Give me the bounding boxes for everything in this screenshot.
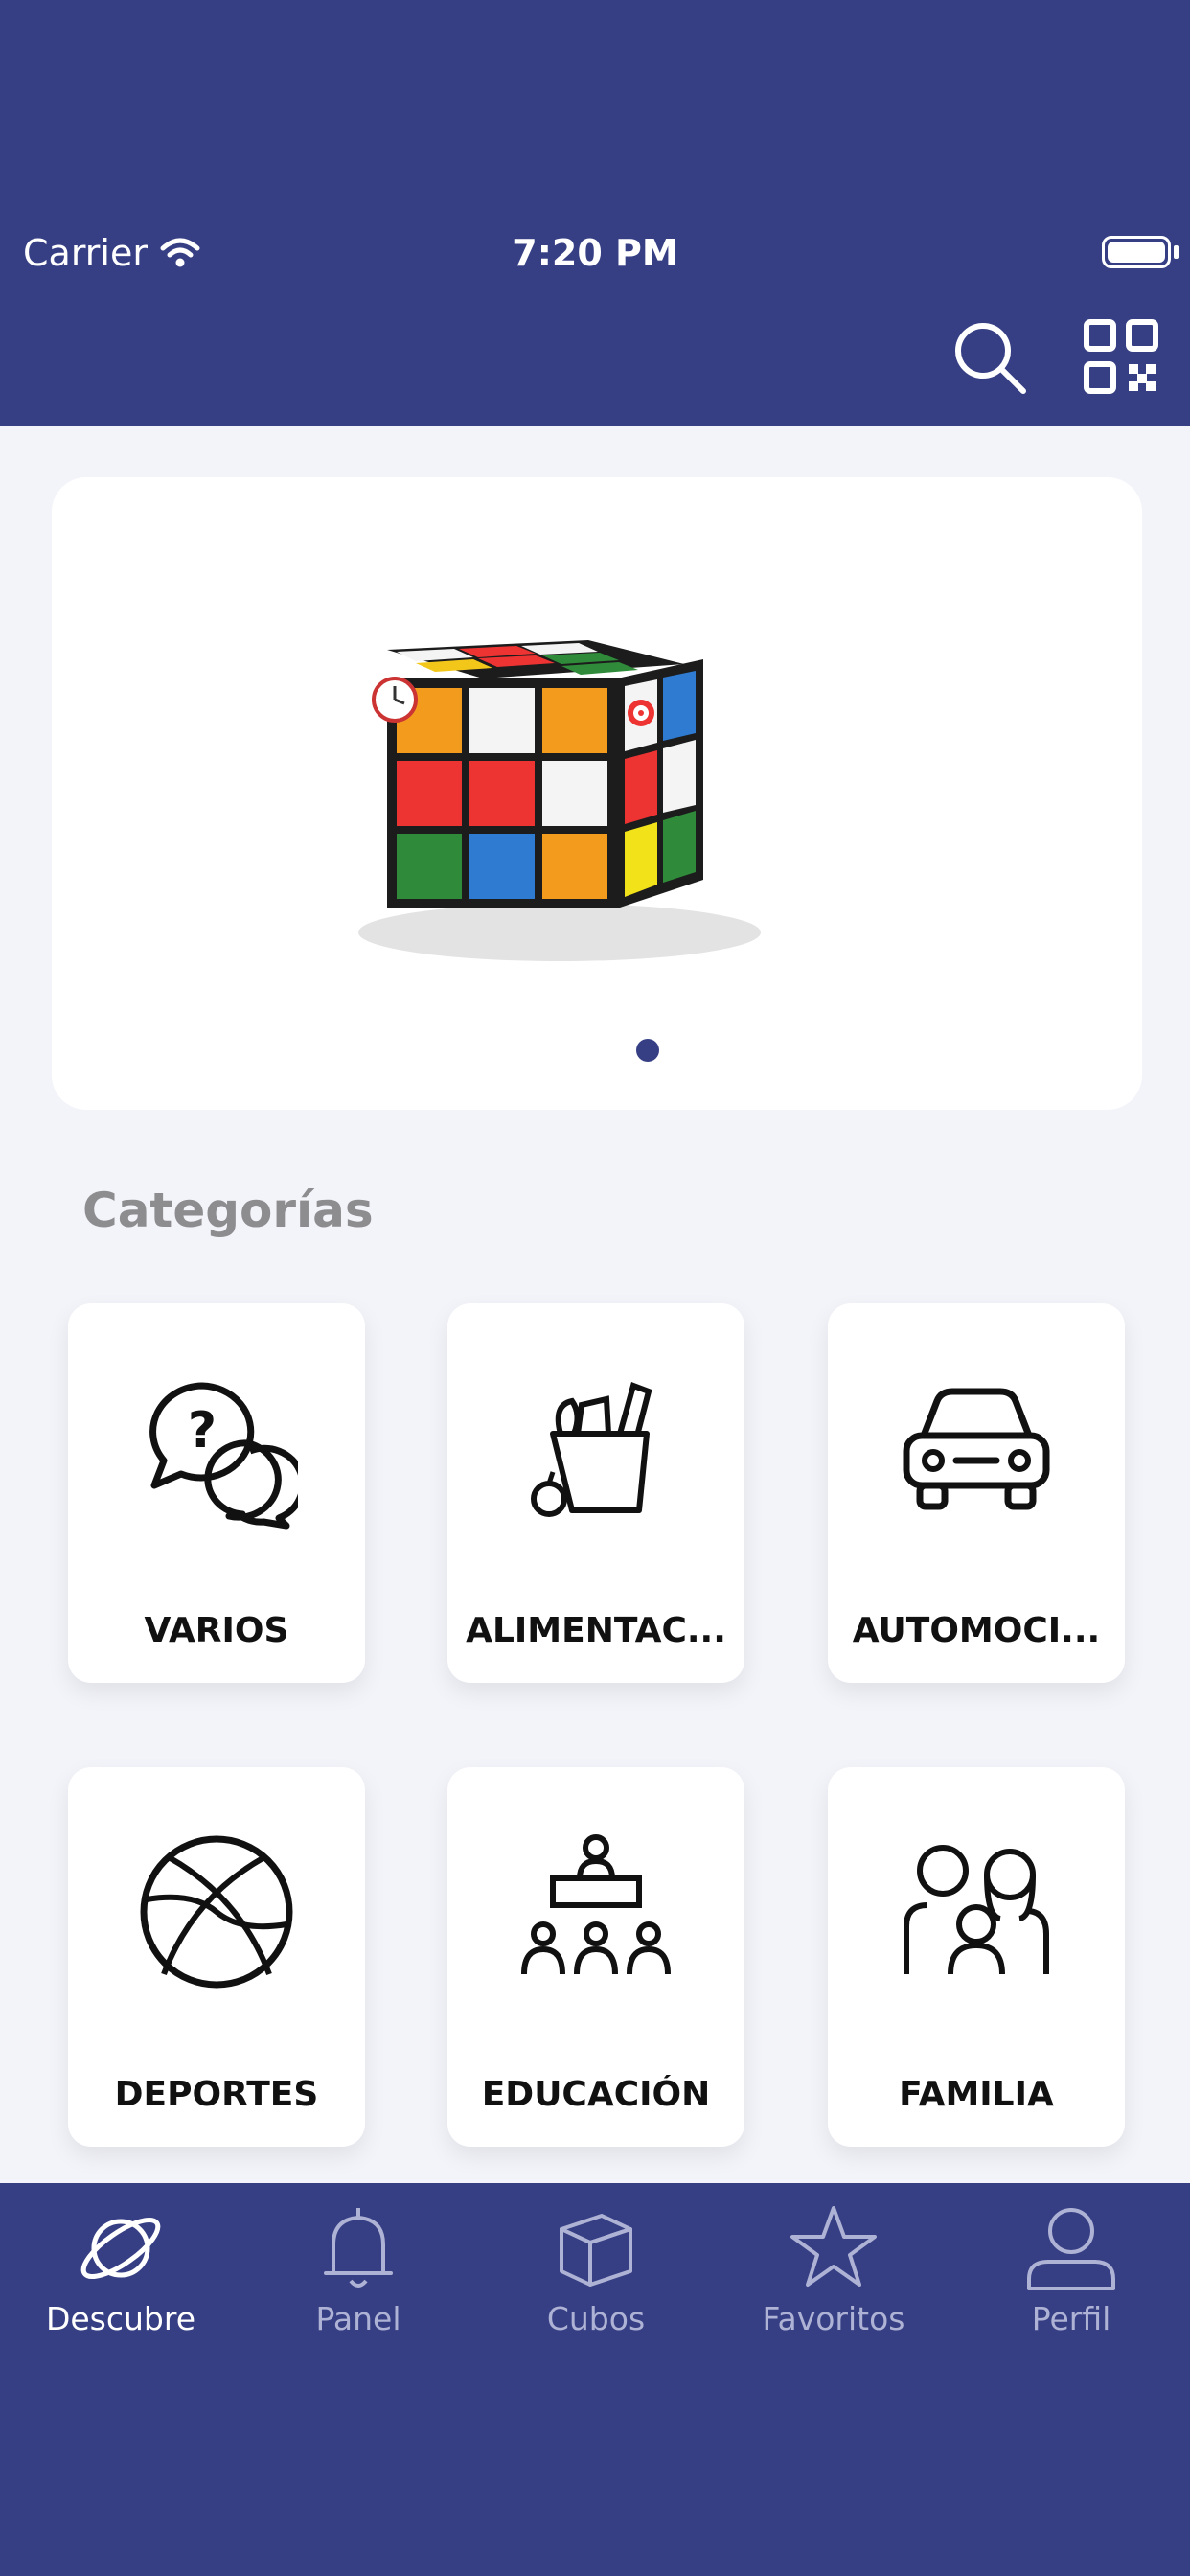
banner-carousel[interactable] — [52, 477, 1142, 1110]
cube-icon — [560, 2214, 632, 2287]
category-card-deportes[interactable]: DEPORTES — [68, 1767, 365, 2147]
tab-label: Panel — [315, 2300, 401, 2337]
search-icon[interactable] — [949, 316, 1029, 397]
category-label: VARIOS — [144, 1611, 289, 1650]
basketball-icon — [140, 1835, 293, 1989]
category-label: EDUCACIÓN — [481, 2075, 711, 2114]
star-icon — [790, 2206, 877, 2287]
classroom-icon — [521, 1834, 671, 1975]
categories-title: Categorías — [82, 1183, 374, 1238]
category-card-varios[interactable]: ? VARIOS — [68, 1303, 365, 1683]
tab-label: Favoritos — [762, 2300, 905, 2337]
battery-tip — [1174, 245, 1179, 259]
bell-icon — [324, 2208, 393, 2288]
category-card-automocion[interactable]: AUTOMOCI... — [828, 1303, 1125, 1683]
svg-text:?: ? — [188, 1402, 217, 1460]
tab-label: Perfil — [1031, 2300, 1111, 2337]
category-card-familia[interactable]: FAMILIA — [828, 1767, 1125, 2147]
category-label: AUTOMOCI... — [852, 1611, 1101, 1650]
category-label: FAMILIA — [899, 2075, 1054, 2114]
category-card-educacion[interactable]: EDUCACIÓN — [447, 1767, 744, 2147]
planet-icon — [80, 2218, 161, 2279]
user-icon — [1027, 2208, 1115, 2290]
category-label: DEPORTES — [114, 2075, 319, 2114]
carousel-page-dot[interactable] — [636, 1039, 659, 1062]
battery-icon — [1102, 236, 1171, 268]
tab-label: Cubos — [546, 2300, 646, 2337]
tab-descubre[interactable]: Descubre — [2, 2200, 240, 2354]
tab-panel[interactable]: Panel — [240, 2200, 477, 2354]
groceries-icon — [531, 1382, 652, 1517]
tab-favoritos[interactable]: Favoritos — [715, 2200, 952, 2354]
family-icon — [904, 1845, 1049, 1975]
status-bar: Carrier 7:20 PM — [0, 0, 1190, 307]
discover-content: Categorías ? VARIOS ALIMENTAC... AUTOMOC… — [0, 426, 1190, 2183]
status-time: 7:20 PM — [512, 232, 678, 274]
tab-cubos[interactable]: Cubos — [477, 2200, 715, 2354]
question-chat-icon: ? — [149, 1382, 298, 1530]
tab-label: Descubre — [45, 2300, 196, 2337]
qr-code-icon[interactable] — [1081, 316, 1161, 397]
rubiks-cube-illustration — [358, 640, 761, 961]
category-card-alimentacion[interactable]: ALIMENTAC... — [447, 1303, 744, 1683]
category-label: ALIMENTAC... — [466, 1611, 726, 1650]
car-icon — [903, 1388, 1050, 1510]
tab-perfil[interactable]: Perfil — [952, 2200, 1190, 2354]
tab-bar: Descubre Panel Cubos Favoritos Perfil — [0, 2183, 1190, 2576]
